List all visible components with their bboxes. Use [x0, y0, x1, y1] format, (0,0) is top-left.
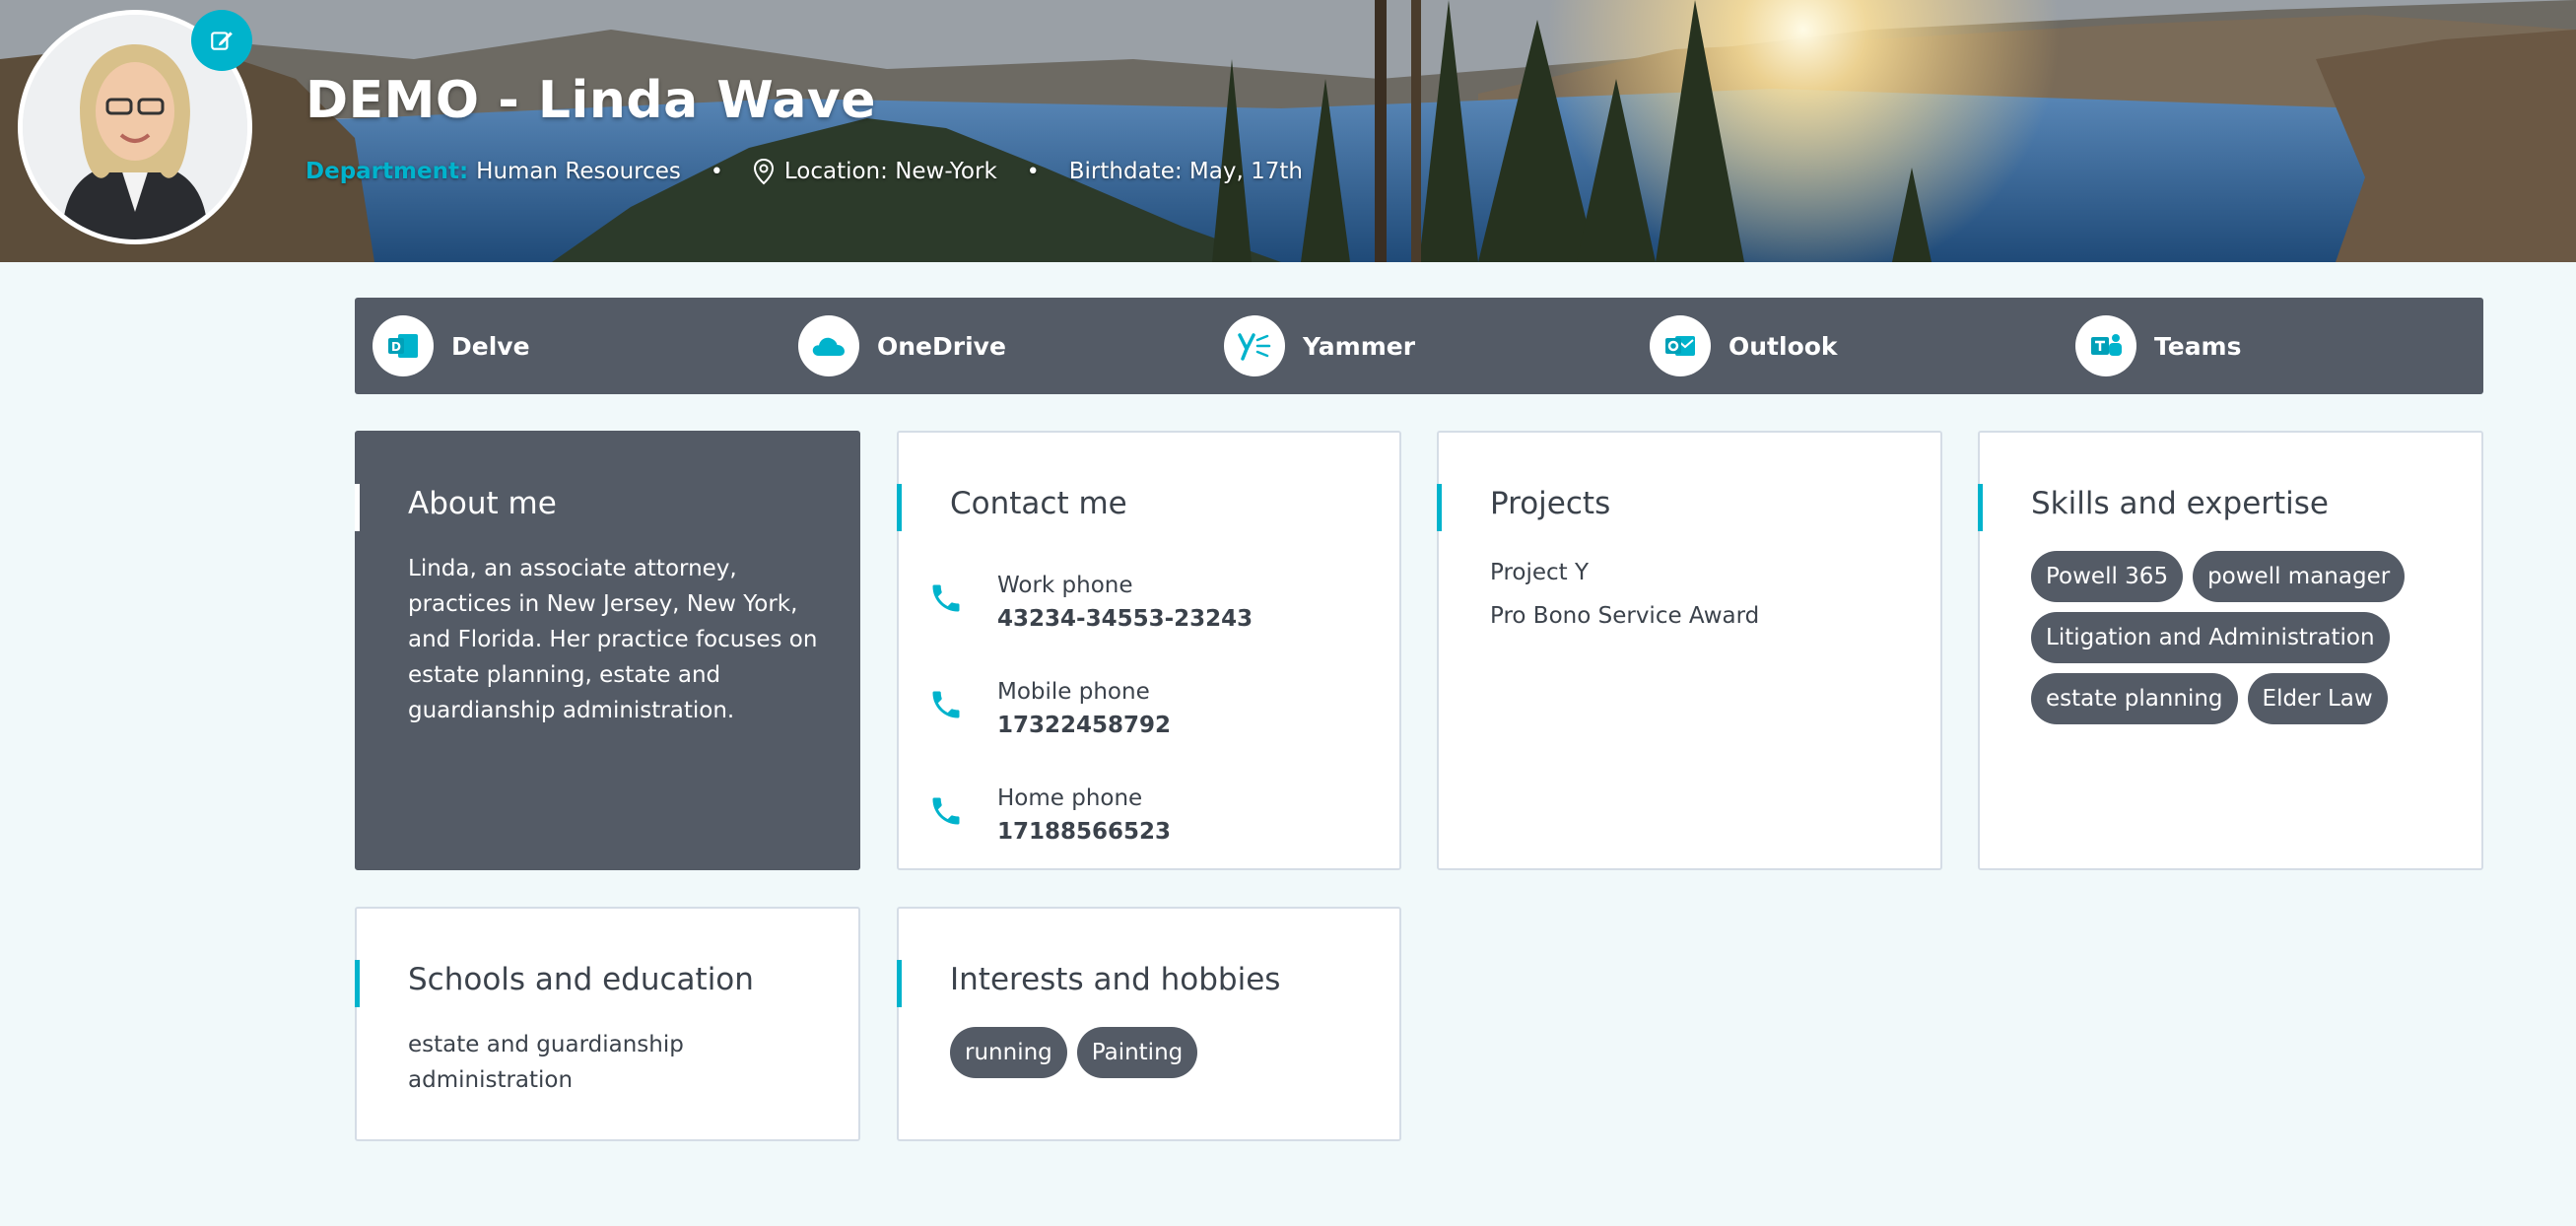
card-accent — [897, 960, 902, 1007]
card-title: About me — [408, 486, 557, 521]
card-accent — [897, 484, 902, 531]
about-text: Linda, an associate attorney, practices … — [408, 551, 817, 728]
phone-icon — [928, 687, 968, 722]
about-line: estate planning, estate and — [408, 662, 721, 688]
card-accent — [355, 960, 360, 1007]
project-item[interactable]: Pro Bono Service Award — [1490, 594, 1759, 638]
location-item: Location: New-York — [753, 158, 997, 185]
skill-tag[interactable]: Powell 365 — [2031, 551, 2184, 602]
schools-card: Schools and education estate and guardia… — [355, 907, 860, 1141]
contact-label: Work phone — [997, 573, 1133, 598]
card-title: Contact me — [950, 486, 1127, 521]
school-line: estate and guardianship — [408, 1032, 684, 1057]
interests-card: Interests and hobbies running Painting — [897, 907, 1401, 1141]
skills-card: Skills and expertise Powell 365 powell m… — [1978, 431, 2483, 870]
app-label: Outlook — [1729, 331, 1838, 361]
department-label: Department: — [305, 159, 469, 184]
contact-mobile-phone[interactable]: Mobile phone 17322458792 — [928, 675, 1171, 742]
phone-icon — [928, 793, 968, 829]
profile-meta: Department: Human Resources • Location: … — [305, 158, 1303, 185]
project-item[interactable]: Project Y — [1490, 551, 1759, 594]
contact-value: 43234-34553-23243 — [997, 606, 1254, 632]
card-title: Projects — [1490, 486, 1611, 521]
card-title: Interests and hobbies — [950, 962, 1281, 997]
app-label: Delve — [451, 331, 530, 361]
skill-tag[interactable]: Litigation and Administration — [2031, 612, 2390, 663]
about-line: and Florida. Her practice focuses on — [408, 627, 818, 652]
teams-icon — [2091, 334, 2122, 356]
app-link-outlook[interactable]: Outlook — [1632, 315, 2058, 376]
birthdate-text: Birthdate: May, 17th — [1068, 159, 1303, 184]
app-label: Yammer — [1303, 331, 1416, 361]
svg-text:D: D — [391, 340, 401, 354]
contact-label: Mobile phone — [997, 679, 1150, 705]
contact-label: Home phone — [997, 785, 1143, 811]
card-accent — [1437, 484, 1442, 531]
about-line: guardianship administration. — [408, 698, 735, 723]
about-line: Linda, an associate attorney, — [408, 556, 737, 581]
about-me-card: About me Linda, an associate attorney, p… — [355, 431, 860, 870]
interest-tag[interactable]: running — [950, 1027, 1067, 1078]
contact-home-phone[interactable]: Home phone 17188566523 — [928, 782, 1171, 849]
skill-tag[interactable]: Elder Law — [2247, 673, 2388, 724]
edit-icon — [211, 32, 233, 50]
onedrive-icon — [812, 337, 845, 356]
app-label: Teams — [2154, 331, 2242, 361]
delve-icon: D — [388, 334, 418, 358]
card-title: Schools and education — [408, 962, 754, 997]
page-title: DEMO - Linda Wave — [305, 71, 877, 130]
landscape-background — [0, 0, 2576, 262]
app-link-yammer[interactable]: Yammer — [1206, 315, 1632, 376]
location-pin-icon — [753, 158, 775, 185]
outlook-icon — [1665, 336, 1695, 356]
skill-tag[interactable]: estate planning — [2031, 673, 2238, 724]
phone-icon — [928, 580, 968, 616]
location-text: Location: New-York — [783, 159, 997, 184]
skill-tag[interactable]: powell manager — [2193, 551, 2406, 602]
meta-separator: • — [1026, 159, 1040, 184]
school-line: administration — [408, 1067, 574, 1093]
card-accent — [355, 484, 360, 531]
profile-banner: DEMO - Linda Wave Department: Human Reso… — [0, 0, 2576, 262]
app-link-onedrive[interactable]: OneDrive — [780, 315, 1206, 376]
interest-tag[interactable]: Painting — [1076, 1027, 1198, 1078]
card-accent — [1978, 484, 1983, 531]
card-title: Skills and expertise — [2031, 486, 2330, 521]
interests-tags: running Painting — [950, 1027, 1364, 1078]
app-link-delve[interactable]: D Delve — [355, 315, 780, 376]
yammer-icon — [1238, 333, 1271, 361]
contact-value: 17322458792 — [997, 713, 1172, 738]
contact-value: 17188566523 — [997, 819, 1172, 845]
meta-separator: • — [710, 159, 723, 184]
contact-work-phone[interactable]: Work phone 43234-34553-23243 — [928, 569, 1253, 636]
apps-bar: D Delve OneDrive Yammer Outlook Teams — [355, 298, 2483, 394]
about-line: practices in New Jersey, New York, — [408, 591, 798, 617]
contact-me-card: Contact me Work phone 43234-34553-23243 … — [897, 431, 1401, 870]
schools-text: estate and guardianship administration — [408, 1027, 684, 1098]
skills-tags: Powell 365 powell manager Litigation and… — [2031, 551, 2425, 724]
app-link-teams[interactable]: Teams — [2058, 315, 2483, 376]
app-label: OneDrive — [877, 331, 1006, 361]
projects-card: Projects Project Y Pro Bono Service Awar… — [1437, 431, 1942, 870]
department-value: Human Resources — [476, 159, 681, 184]
projects-list: Project Y Pro Bono Service Award — [1490, 551, 1759, 638]
edit-profile-button[interactable] — [191, 10, 252, 71]
